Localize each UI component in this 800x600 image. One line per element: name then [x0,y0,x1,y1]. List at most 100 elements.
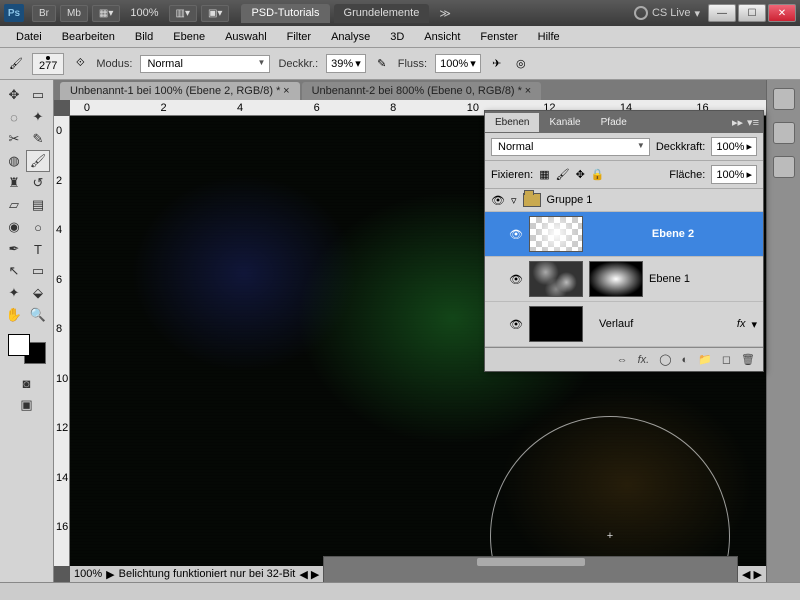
document-tab-2[interactable]: Unbenannt-2 bei 800% (Ebene 0, RGB/8) * … [302,82,542,100]
flow-input[interactable]: 100%▾ [435,54,481,73]
layer-blend-select[interactable]: Normal [491,138,650,156]
menu-ebene[interactable]: Ebene [165,29,213,45]
layer-thumbnail[interactable] [529,261,583,297]
brush-panel-icon[interactable]: ⟐ [72,56,88,72]
menu-analyse[interactable]: Analyse [323,29,378,45]
crop-tool[interactable]: ✂ [2,128,26,150]
stamp-tool[interactable]: ♜ [2,172,26,194]
visibility-icon[interactable]: 👁 [491,194,505,207]
ruler-vertical[interactable]: 0246810121416 [54,116,70,566]
close-icon[interactable]: × [525,85,531,97]
layer-name[interactable]: Verlauf [589,318,731,330]
layer-group[interactable]: 👁 ▿ Gruppe 1 [485,189,763,212]
menu-3d[interactable]: 3D [382,29,412,45]
minibridge-button[interactable]: Mb [60,5,88,22]
tab-pfade[interactable]: Pfade [591,113,637,132]
visibility-icon[interactable]: 👁 [509,318,523,331]
menu-filter[interactable]: Filter [279,29,319,45]
eyedropper-tool[interactable]: ✎ [26,128,50,150]
mask-thumbnail[interactable] [589,261,643,297]
lock-pixels-icon[interactable]: 🖌 [556,168,570,181]
close-icon[interactable]: × [283,85,289,97]
layer-mask-icon[interactable]: ◯ [659,353,671,366]
tablet-size-icon[interactable]: ◎ [513,56,529,72]
lock-transparent-icon[interactable]: ▦ [539,168,549,181]
dock-swatches-icon[interactable] [773,122,795,144]
menu-bild[interactable]: Bild [127,29,161,45]
blend-mode-select[interactable]: Normal [140,55,270,73]
quickmask-tool[interactable]: ◙ [15,372,39,394]
layer-thumbnail[interactable] [529,306,583,342]
opacity-input[interactable]: 39%▾ [326,54,366,73]
marquee-tool[interactable]: ▭ [26,84,50,106]
pen-tool[interactable]: ✒ [2,238,26,260]
tab-ebenen[interactable]: Ebenen [485,113,539,132]
collapse-icon[interactable]: ▸▸ [732,116,743,129]
layer-thumbnail[interactable] [529,216,583,252]
tab-kanaele[interactable]: Kanäle [539,113,590,132]
shape-tool[interactable]: ▭ [26,260,50,282]
chevron-down-icon[interactable]: ▿ [511,194,517,207]
menu-fenster[interactable]: Fenster [472,29,525,45]
group-name[interactable]: Gruppe 1 [547,194,593,206]
horizontal-scrollbar[interactable] [323,556,738,582]
more-tabs-icon[interactable]: ≫ [433,4,457,23]
fill-input[interactable]: 100%▸ [711,165,757,184]
arrange-button[interactable]: ▥▾ [169,5,197,22]
layer-row[interactable]: 👁 Ebene 1 [485,257,763,302]
menu-ansicht[interactable]: Ansicht [416,29,468,45]
fx-badge[interactable]: fx [737,318,746,330]
bridge-button[interactable]: Br [32,5,56,22]
dodge-tool[interactable]: ○ [26,216,50,238]
workspace-tab[interactable]: Grundelemente [334,4,430,23]
screen-button[interactable]: ▣▾ [201,5,229,22]
3d-tool[interactable]: ✦ [2,282,26,304]
window-close[interactable]: ✕ [768,4,796,22]
new-layer-icon[interactable]: ◻ [722,353,731,366]
screenmode-tool[interactable]: ▣ [15,394,39,416]
dock-adjust-icon[interactable] [773,156,795,178]
layer-row[interactable]: 👁 Ebene 2 [485,212,763,257]
move-tool[interactable]: ✥ [2,84,26,106]
new-group-icon[interactable]: 📁 [698,353,712,366]
link-layers-icon[interactable]: ⇔ [617,354,628,366]
workspace-tab-active[interactable]: PSD-Tutorials [241,4,329,23]
history-brush-tool[interactable]: ↺ [26,172,50,194]
menu-hilfe[interactable]: Hilfe [530,29,568,45]
type-tool[interactable]: T [26,238,50,260]
tool-preset-icon[interactable]: 🖌 [8,56,24,72]
gradient-tool[interactable]: ▤ [26,194,50,216]
lock-position-icon[interactable]: ✥ [576,168,585,181]
layer-opacity-input[interactable]: 100%▸ [711,137,757,156]
layer-name[interactable]: Ebene 1 [649,273,690,285]
airbrush-icon[interactable]: ✈ [489,56,505,72]
document-tab-1[interactable]: Unbenannt-1 bei 100% (Ebene 2, RGB/8) * … [60,82,300,100]
heal-tool[interactable]: ◍ [2,150,26,172]
visibility-icon[interactable]: 👁 [509,228,523,241]
blur-tool[interactable]: ◉ [2,216,26,238]
panel-menu-icon[interactable]: ▾≡ [747,116,759,129]
camera-tool[interactable]: ⬙ [26,282,50,304]
menu-datei[interactable]: Datei [8,29,50,45]
tablet-opacity-icon[interactable]: ✎ [374,56,390,72]
layer-fx-icon[interactable]: fx. [638,354,650,366]
lock-all-icon[interactable]: 🔒 [591,168,605,181]
brush-preset-picker[interactable]: 277 [32,53,64,75]
dock-color-icon[interactable] [773,88,795,110]
visibility-icon[interactable]: 👁 [509,273,523,286]
window-maximize[interactable]: ☐ [738,4,766,22]
menu-auswahl[interactable]: Auswahl [217,29,275,45]
hand-tool[interactable]: ✋ [2,304,26,326]
doc-zoom[interactable]: 100% [74,568,102,580]
window-minimize[interactable]: — [708,4,736,22]
cslive-button[interactable]: CS Live▾ [634,6,700,20]
wand-tool[interactable]: ✦ [26,106,50,128]
lasso-tool[interactable]: ◌ [2,106,26,128]
view-button[interactable]: ▦▾ [92,5,120,22]
color-swatch[interactable] [8,334,46,364]
delete-layer-icon[interactable]: 🗑 [741,353,755,366]
menu-bearbeiten[interactable]: Bearbeiten [54,29,123,45]
brush-tool[interactable]: 🖌 [26,150,50,172]
layers-panel[interactable]: Ebenen Kanäle Pfade ▸▸▾≡ Normal Deckkraf… [484,110,764,372]
eraser-tool[interactable]: ▱ [2,194,26,216]
